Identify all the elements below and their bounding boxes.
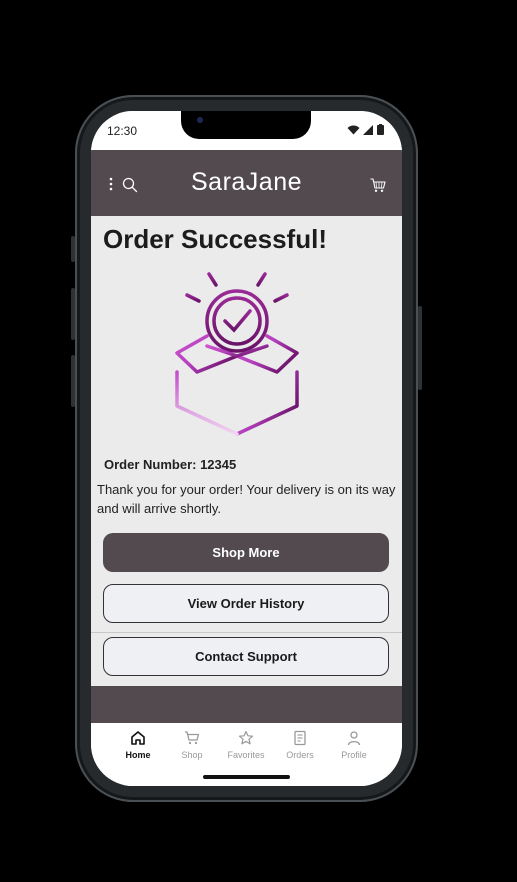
home-icon [131, 731, 145, 745]
receipt-icon [294, 730, 306, 746]
mute-switch [71, 236, 75, 262]
order-number: Order Number: 12345 [104, 457, 237, 472]
camera-dot [197, 117, 203, 123]
tab-label: Home [125, 750, 151, 760]
tab-label: Shop [181, 750, 203, 760]
contact-support-button[interactable]: Contact Support [103, 637, 389, 676]
shop-more-button[interactable]: Shop More [103, 533, 389, 572]
volume-up-button [71, 288, 75, 340]
brand-title: SaraJane [190, 168, 303, 196]
signal-icon [363, 124, 373, 135]
footer-band [91, 686, 402, 723]
status-bar: 12:30 [91, 111, 402, 150]
power-button [418, 306, 422, 390]
order-success-content: Order Successful! Order Number: 12345 Th… [91, 216, 402, 686]
star-icon [238, 730, 254, 745]
tab-shop[interactable]: Shop [165, 730, 219, 760]
status-time: 12:30 [107, 124, 138, 138]
status-icons [347, 124, 384, 135]
page-title: Order Successful! [103, 224, 327, 254]
battery-icon [377, 124, 384, 135]
tab-profile[interactable]: Profile [327, 730, 381, 760]
divider [91, 632, 402, 633]
cart-icon[interactable] [370, 178, 386, 193]
tab-home[interactable]: Home [111, 730, 165, 760]
tab-label: Favorites [227, 750, 265, 760]
person-icon [347, 731, 361, 746]
tab-label: Orders [286, 750, 314, 760]
cart-icon [185, 731, 200, 745]
wifi-icon [347, 125, 360, 134]
home-indicator [203, 775, 290, 779]
tab-favorites[interactable]: Favorites [219, 730, 273, 760]
tab-label: Profile [341, 750, 367, 760]
confirmation-message: Thank you for your order! Your delivery … [97, 482, 396, 516]
app-header: SaraJane [91, 150, 402, 216]
notch [181, 111, 311, 139]
tab-orders[interactable]: Orders [273, 730, 327, 760]
view-order-history-button[interactable]: View Order History [103, 584, 389, 623]
open-box-check-icon [175, 264, 299, 436]
bottom-tab-bar: Home Shop Favorites Orders Profile [91, 723, 402, 786]
volume-down-button [71, 355, 75, 407]
screen: 12:30 SaraJane Order Successful! Order N… [91, 111, 402, 786]
